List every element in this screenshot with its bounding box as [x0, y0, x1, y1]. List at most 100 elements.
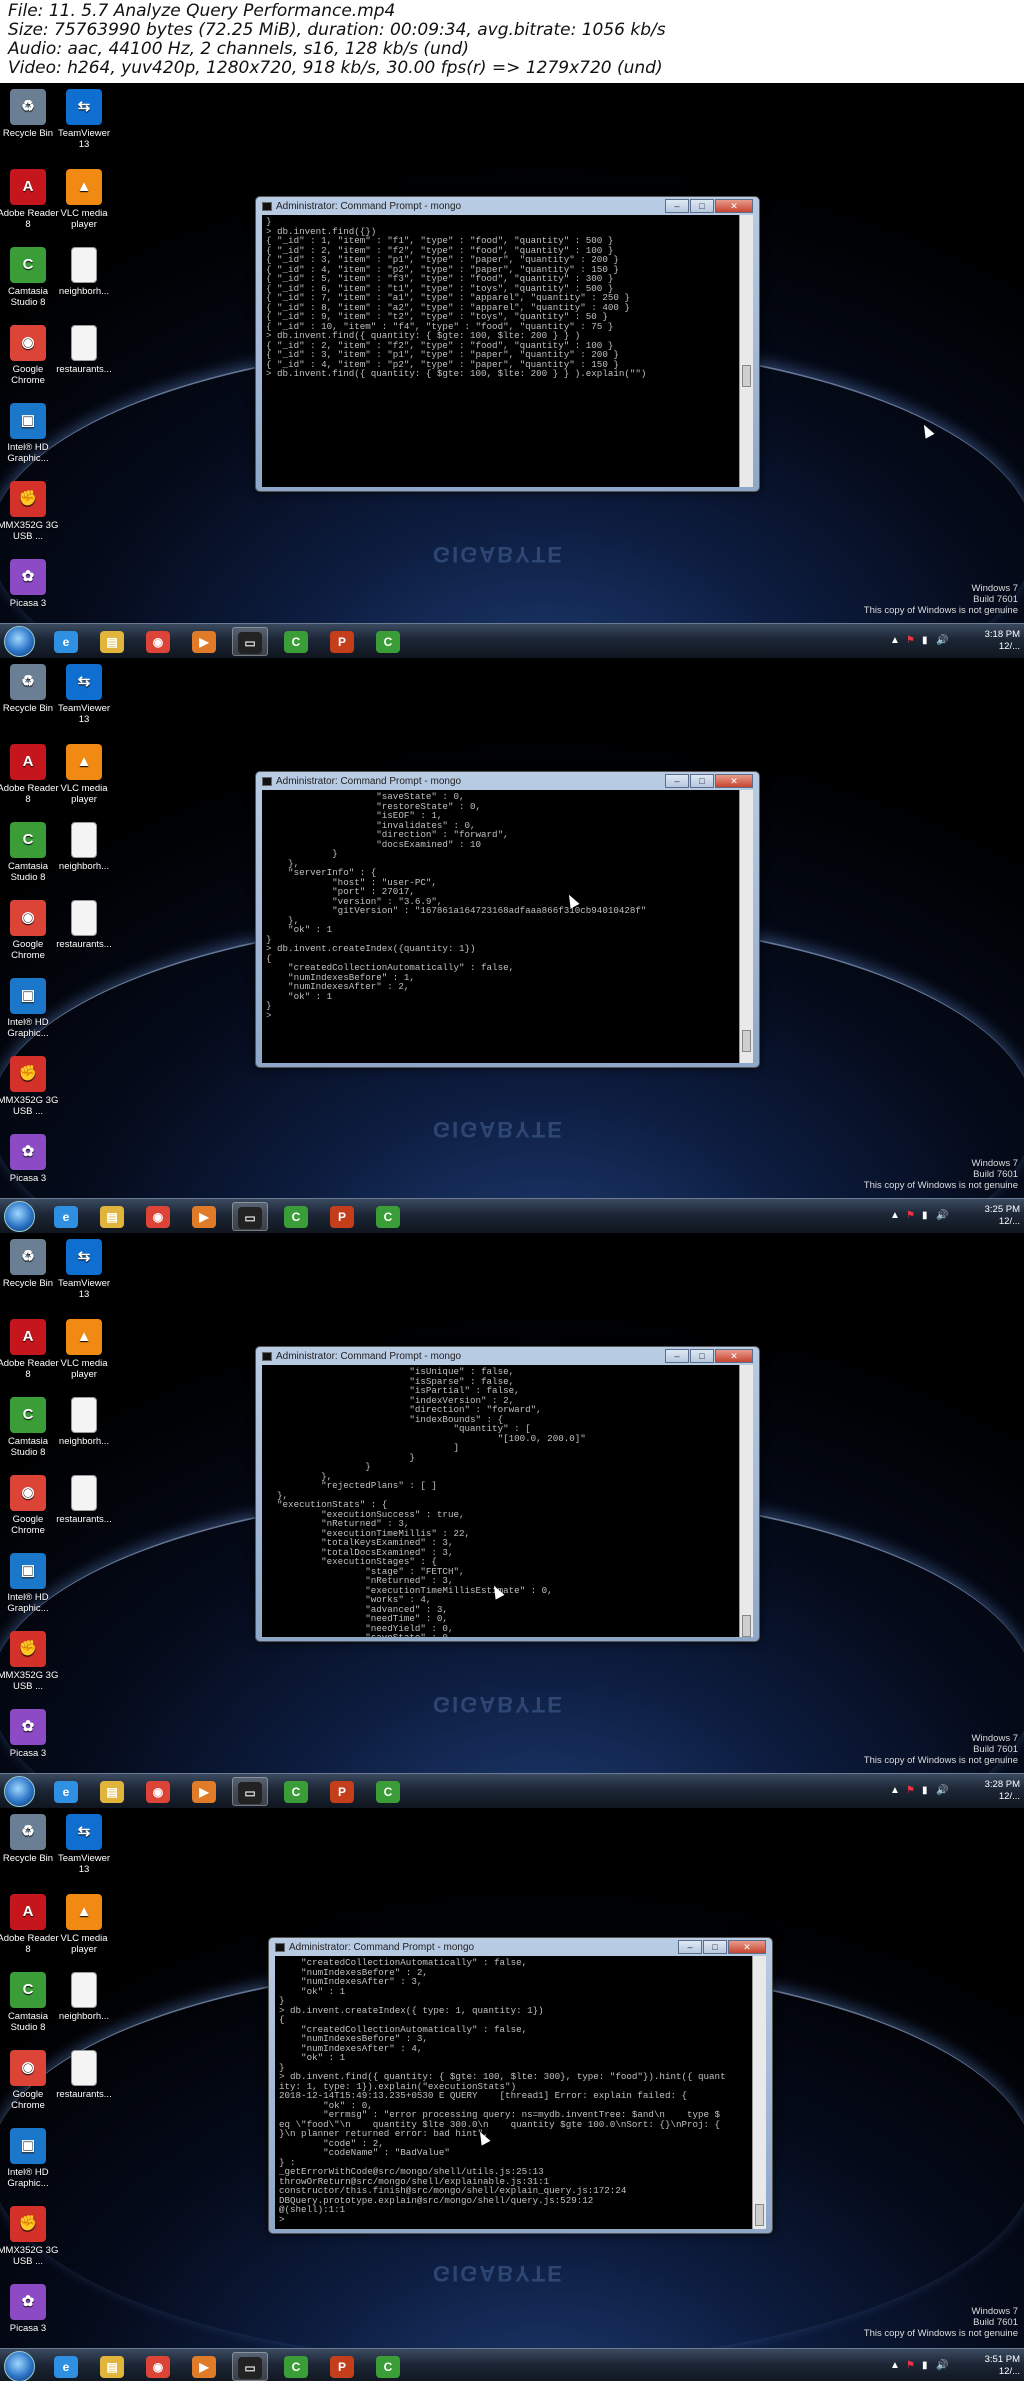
desktop-icon-9[interactable]: ✊ MMX352G 3G USB ... — [0, 1631, 60, 1692]
action-center-flag-icon[interactable]: ⚑ — [906, 635, 915, 647]
desktop-icon-9[interactable]: ✊ MMX352G 3G USB ... — [0, 481, 60, 542]
desktop-icon-8[interactable]: ▣ Intel® HD Graphic... — [0, 978, 60, 1039]
start-button[interactable] — [4, 626, 35, 657]
taskbar-powerpoint-icon[interactable]: P — [324, 627, 360, 656]
desktop-icon-7[interactable]: restaurants... — [52, 2050, 116, 2100]
desktop-icon-1[interactable]: ⇆ TeamViewer 13 — [52, 664, 116, 725]
desktop-icon-3[interactable]: ▲ VLC media player — [52, 1319, 116, 1380]
console-output[interactable]: "saveState" : 0, "restoreState" : 0, "is… — [262, 790, 753, 1063]
clock[interactable]: 3:25 PM 12/... — [985, 1204, 1020, 1228]
taskbar-ie-icon[interactable]: e — [48, 1777, 84, 1806]
desktop-icon-4[interactable]: C Camtasia Studio 8 — [0, 1397, 60, 1458]
taskbar-camtasia-recorder-icon[interactable]: C — [278, 1202, 314, 1231]
command-prompt-window[interactable]: Administrator: Command Prompt - mongo – □ ✕… — [255, 771, 760, 1068]
close-button[interactable]: ✕ — [715, 774, 753, 788]
desktop-icon-6[interactable]: ◉ Google Chrome — [0, 900, 60, 961]
taskbar-camtasia-icon[interactable]: C — [370, 2352, 406, 2381]
desktop-icon-0[interactable]: ♻ Recycle Bin — [0, 1239, 60, 1289]
console-scrollbar[interactable] — [739, 215, 753, 487]
desktop-icon-9[interactable]: ✊ MMX352G 3G USB ... — [0, 2206, 60, 2267]
window-titlebar[interactable]: Administrator: Command Prompt - mongo – □ ✕ — [262, 774, 753, 790]
desktop-icon-10[interactable]: ✿ Picasa 3 — [0, 2284, 60, 2334]
desktop-icon-7[interactable]: restaurants... — [52, 900, 116, 950]
volume-icon[interactable]: 🔊 — [936, 635, 948, 647]
window-titlebar[interactable]: Administrator: Command Prompt - mongo – □ ✕ — [262, 199, 753, 215]
tray-expand-icon[interactable]: ▲ — [890, 1210, 900, 1222]
scrollbar-thumb[interactable] — [755, 2204, 764, 2226]
console-output[interactable]: } > db.invent.find({}){ "_id" : 1, "item"… — [262, 215, 753, 487]
desktop-icon-1[interactable]: ⇆ TeamViewer 13 — [52, 89, 116, 150]
taskbar-cmd-icon[interactable]: ▭ — [232, 2352, 268, 2381]
desktop-icon-9[interactable]: ✊ MMX352G 3G USB ... — [0, 1056, 60, 1117]
scrollbar-thumb[interactable] — [742, 1615, 751, 1637]
desktop-icon-3[interactable]: ▲ VLC media player — [52, 1894, 116, 1955]
maximize-button[interactable]: □ — [690, 774, 714, 788]
desktop-icon-10[interactable]: ✿ Picasa 3 — [0, 559, 60, 609]
desktop-icon-1[interactable]: ⇆ TeamViewer 13 — [52, 1814, 116, 1875]
desktop-icon-5[interactable]: neighborh... — [52, 247, 116, 297]
minimize-button[interactable]: – — [678, 1940, 702, 1954]
action-center-flag-icon[interactable]: ⚑ — [906, 1785, 915, 1797]
console-output[interactable]: "createdCollectionAutomatically" : false… — [275, 1956, 766, 2229]
command-prompt-window[interactable]: Administrator: Command Prompt - mongo – □ ✕… — [268, 1937, 773, 2234]
desktop-icon-3[interactable]: ▲ VLC media player — [52, 169, 116, 230]
taskbar-media-player-icon[interactable]: ▶ — [186, 2352, 222, 2381]
desktop-icon-2[interactable]: A Adobe Reader 8 — [0, 1894, 60, 1955]
taskbar-camtasia-icon[interactable]: C — [370, 1777, 406, 1806]
desktop-icon-7[interactable]: restaurants... — [52, 325, 116, 375]
maximize-button[interactable]: □ — [690, 1349, 714, 1363]
minimize-button[interactable]: – — [665, 199, 689, 213]
console-scrollbar[interactable] — [752, 1956, 766, 2229]
console-scrollbar[interactable] — [739, 790, 753, 1063]
taskbar-ie-icon[interactable]: e — [48, 1202, 84, 1231]
network-icon[interactable]: ▮ — [922, 1785, 928, 1797]
minimize-button[interactable]: – — [665, 774, 689, 788]
action-center-flag-icon[interactable]: ⚑ — [906, 2360, 915, 2372]
taskbar-chrome-icon[interactable]: ◉ — [140, 2352, 176, 2381]
window-titlebar[interactable]: Administrator: Command Prompt - mongo – □ ✕ — [262, 1349, 753, 1365]
taskbar-powerpoint-icon[interactable]: P — [324, 1202, 360, 1231]
taskbar-chrome-icon[interactable]: ◉ — [140, 627, 176, 656]
taskbar-chrome-icon[interactable]: ◉ — [140, 1202, 176, 1231]
network-icon[interactable]: ▮ — [922, 635, 928, 647]
desktop-icon-1[interactable]: ⇆ TeamViewer 13 — [52, 1239, 116, 1300]
desktop-icon-8[interactable]: ▣ Intel® HD Graphic... — [0, 2128, 60, 2189]
console-scrollbar[interactable] — [739, 1365, 753, 1637]
scrollbar-thumb[interactable] — [742, 1030, 751, 1052]
close-button[interactable]: ✕ — [715, 1349, 753, 1363]
start-button[interactable] — [4, 1201, 35, 1232]
desktop-icon-2[interactable]: A Adobe Reader 8 — [0, 169, 60, 230]
tray-expand-icon[interactable]: ▲ — [890, 2360, 900, 2372]
tray-expand-icon[interactable]: ▲ — [890, 635, 900, 647]
desktop-icon-0[interactable]: ♻ Recycle Bin — [0, 89, 60, 139]
taskbar-explorer-icon[interactable]: ▤ — [94, 1777, 130, 1806]
desktop-icon-8[interactable]: ▣ Intel® HD Graphic... — [0, 403, 60, 464]
taskbar-camtasia-icon[interactable]: C — [370, 1202, 406, 1231]
desktop-icon-6[interactable]: ◉ Google Chrome — [0, 1475, 60, 1536]
desktop-icon-0[interactable]: ♻ Recycle Bin — [0, 1814, 60, 1864]
close-button[interactable]: ✕ — [715, 199, 753, 213]
desktop-icon-2[interactable]: A Adobe Reader 8 — [0, 744, 60, 805]
command-prompt-window[interactable]: Administrator: Command Prompt - mongo – □ ✕… — [255, 196, 760, 492]
desktop-icon-5[interactable]: neighborh... — [52, 1972, 116, 2022]
desktop-icon-7[interactable]: restaurants... — [52, 1475, 116, 1525]
clock[interactable]: 3:18 PM 12/... — [985, 629, 1020, 653]
minimize-button[interactable]: – — [665, 1349, 689, 1363]
command-prompt-window[interactable]: Administrator: Command Prompt - mongo – □ ✕… — [255, 1346, 760, 1642]
desktop-icon-10[interactable]: ✿ Picasa 3 — [0, 1709, 60, 1759]
taskbar-camtasia-recorder-icon[interactable]: C — [278, 627, 314, 656]
desktop-icon-5[interactable]: neighborh... — [52, 1397, 116, 1447]
taskbar-media-player-icon[interactable]: ▶ — [186, 1202, 222, 1231]
taskbar-powerpoint-icon[interactable]: P — [324, 2352, 360, 2381]
desktop-icon-2[interactable]: A Adobe Reader 8 — [0, 1319, 60, 1380]
taskbar-camtasia-recorder-icon[interactable]: C — [278, 1777, 314, 1806]
start-button[interactable] — [4, 2351, 35, 2381]
volume-icon[interactable]: 🔊 — [936, 1785, 948, 1797]
clock[interactable]: 3:51 PM 12/... — [985, 2354, 1020, 2378]
taskbar-ie-icon[interactable]: e — [48, 627, 84, 656]
taskbar-explorer-icon[interactable]: ▤ — [94, 627, 130, 656]
volume-icon[interactable]: 🔊 — [936, 2360, 948, 2372]
maximize-button[interactable]: □ — [690, 199, 714, 213]
window-titlebar[interactable]: Administrator: Command Prompt - mongo – □ ✕ — [275, 1940, 766, 1956]
console-output[interactable]: "isUnique" : false, "isSparse" : false, … — [262, 1365, 753, 1637]
